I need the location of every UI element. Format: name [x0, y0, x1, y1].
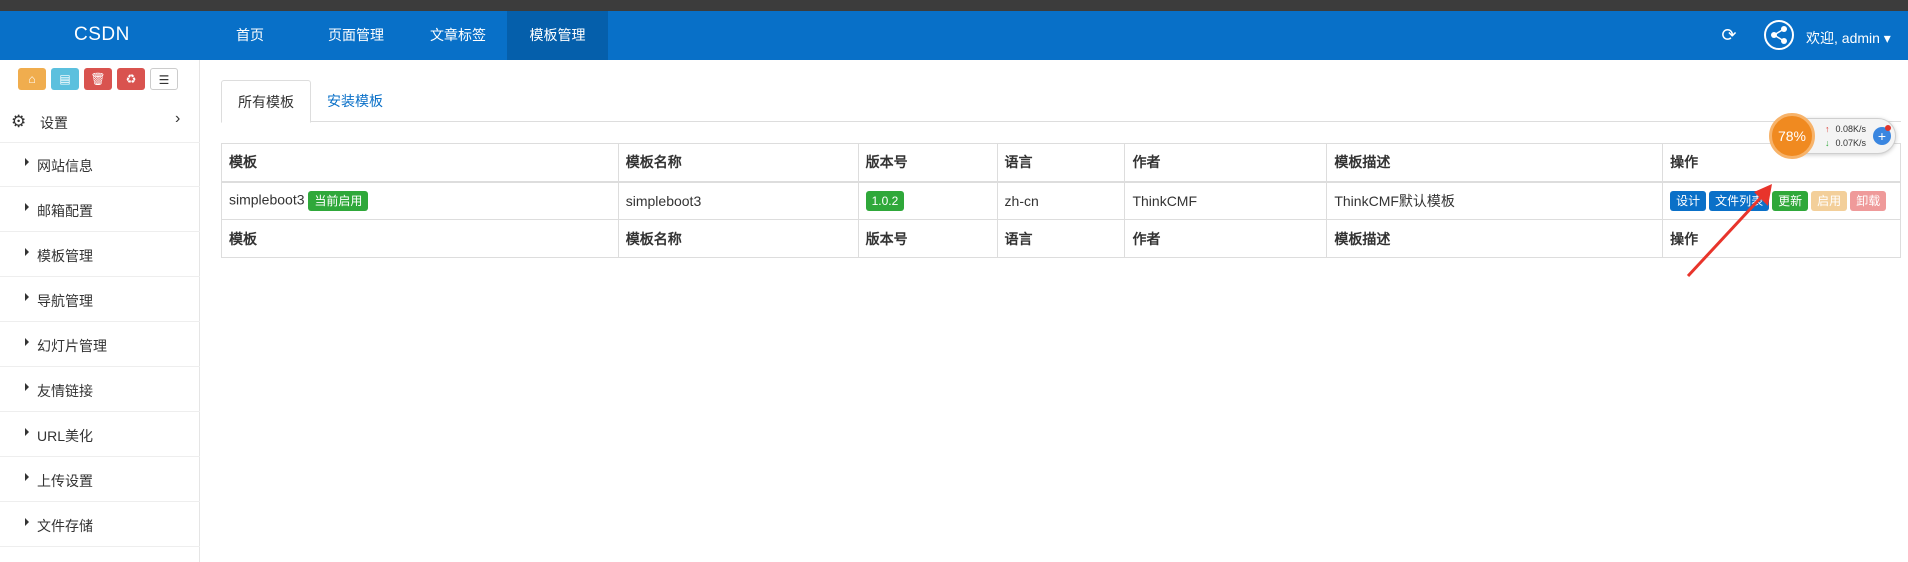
caret-right-icon: [25, 428, 29, 436]
download-speed: ↓ 0.07K/s: [1825, 138, 1866, 148]
column-footer: 模板: [221, 219, 619, 258]
refresh-icon[interactable]: ⟳: [1718, 24, 1740, 46]
arrow-down-icon: ↓: [1825, 138, 1830, 148]
column-header: 作者: [1124, 143, 1328, 183]
cell-template-name: simpleboot3: [617, 181, 859, 220]
column-header: 版本号: [857, 143, 998, 183]
top-navbar: CSDN 首页 页面管理 文章标签 模板管理 ⟳ 欢迎, admin ▾: [0, 11, 1908, 60]
column-footer: 语言: [996, 219, 1126, 258]
sidebar-item-label: 模板管理: [37, 248, 93, 264]
home-icon[interactable]: ⌂: [18, 68, 46, 90]
sidebar-item-file-storage[interactable]: 文件存储: [0, 503, 200, 547]
sidebar-item-label: URL美化: [37, 428, 94, 444]
sidebar: ⌂ ▤ 🗑 ♻ ☰ ⚙ 设置 › 网站信息 邮箱配置 模板管理 导航管理 幻灯片…: [0, 60, 200, 562]
recycle-icon[interactable]: ♻: [117, 68, 145, 90]
tab-all-templates[interactable]: 所有模板: [221, 80, 311, 123]
browser-top-strip: [0, 0, 1908, 11]
template-tabs: 所有模板 安装模板: [221, 80, 1901, 123]
column-header: 语言: [996, 143, 1126, 183]
sidebar-item-mail-config[interactable]: 邮箱配置: [0, 188, 200, 232]
sidebar-item-label: 幻灯片管理: [37, 338, 107, 354]
sidebar-item-label: 邮箱配置: [37, 203, 93, 219]
caret-right-icon: [25, 203, 29, 211]
table-row: simpleboot3 当前启用 simpleboot3 1.0.2 zh-cn…: [221, 181, 1901, 220]
user-welcome-menu[interactable]: 欢迎, admin ▾: [1806, 28, 1891, 48]
caret-right-icon: [25, 473, 29, 481]
trash-icon[interactable]: 🗑: [84, 68, 112, 90]
template-table: 模板 模板名称 版本号 语言 作者 模板描述 操作 simpleboot3 当前…: [221, 143, 1901, 258]
sidebar-item-label: 文件存储: [37, 518, 93, 534]
sidebar-section-label: 设置: [40, 115, 68, 131]
sidebar-item-label: 上传设置: [37, 473, 93, 489]
template-id: simpleboot3: [229, 191, 305, 208]
uninstall-button[interactable]: 卸载: [1850, 190, 1887, 211]
sidebar-item-template-management[interactable]: 模板管理: [0, 233, 200, 277]
brand-logo[interactable]: CSDN: [74, 24, 130, 46]
caret-right-icon: [25, 158, 29, 166]
column-header: 模板: [221, 143, 619, 183]
sidebar-section-settings[interactable]: ⚙ 设置 ›: [0, 99, 200, 143]
sidebar-item-label: 导航管理: [37, 293, 93, 309]
caret-right-icon: [25, 293, 29, 301]
tab-install-template[interactable]: 安装模板: [311, 80, 399, 122]
column-footer: 版本号: [857, 219, 998, 258]
cell-language: zh-cn: [996, 181, 1126, 220]
sidebar-item-upload-settings[interactable]: 上传设置: [0, 458, 200, 502]
network-speed-widget[interactable]: 78% ↑ 0.08K/s ↓ 0.07K/s +: [1769, 113, 1896, 159]
sidebar-item-site-info[interactable]: 网站信息: [0, 143, 200, 187]
sidebar-item-label: 友情链接: [37, 383, 93, 399]
share-icon: [1771, 26, 1787, 44]
cell-version: 1.0.2: [857, 181, 998, 220]
nav-item-article-tags[interactable]: 文章标签: [415, 11, 501, 60]
table-footer-row: 模板 模板名称 版本号 语言 作者 模板描述 操作: [221, 219, 1901, 258]
nav-item-page-management[interactable]: 页面管理: [313, 11, 399, 60]
usage-percent: 78%: [1769, 113, 1815, 159]
caret-right-icon: [25, 338, 29, 346]
cell-template: simpleboot3 当前启用: [221, 181, 619, 220]
upload-speed: ↑ 0.08K/s: [1825, 124, 1866, 134]
nav-item-template-management[interactable]: 模板管理: [507, 11, 608, 60]
download-speed-value: 0.07K/s: [1835, 138, 1867, 148]
sidebar-item-slides[interactable]: 幻灯片管理: [0, 323, 200, 367]
notification-dot: [1885, 125, 1891, 131]
column-footer: 作者: [1124, 219, 1328, 258]
cell-author: ThinkCMF: [1124, 181, 1328, 220]
table-header-row: 模板 模板名称 版本号 语言 作者 模板描述 操作: [221, 143, 1901, 183]
file-icon[interactable]: ▤: [51, 68, 79, 90]
enable-button[interactable]: 启用: [1811, 190, 1848, 211]
sidebar-item-nav-management[interactable]: 导航管理: [0, 278, 200, 322]
sidebar-item-links[interactable]: 友情链接: [0, 368, 200, 412]
upload-speed-value: 0.08K/s: [1835, 124, 1867, 134]
column-header: 模板名称: [617, 143, 859, 183]
column-footer: 模板名称: [617, 219, 859, 258]
sidebar-item-label: 网站信息: [37, 158, 93, 174]
caret-right-icon: [25, 248, 29, 256]
column-header: 模板描述: [1326, 143, 1664, 183]
list-icon[interactable]: ☰: [150, 68, 178, 90]
avatar[interactable]: [1764, 20, 1794, 50]
chevron-right-icon: ›: [175, 110, 181, 127]
annotation-arrow-icon: [1686, 184, 1772, 278]
nav-item-home[interactable]: 首页: [214, 11, 286, 60]
status-badge: 当前启用: [308, 190, 369, 211]
column-footer: 模板描述: [1326, 219, 1664, 258]
caret-right-icon: [25, 383, 29, 391]
caret-right-icon: [25, 518, 29, 526]
gears-icon: ⚙: [11, 112, 27, 131]
version-badge: 1.0.2: [865, 190, 905, 211]
cell-description: ThinkCMF默认模板: [1326, 181, 1664, 220]
sidebar-item-url-rewrite[interactable]: URL美化: [0, 413, 200, 457]
arrow-up-icon: ↑: [1825, 124, 1830, 134]
